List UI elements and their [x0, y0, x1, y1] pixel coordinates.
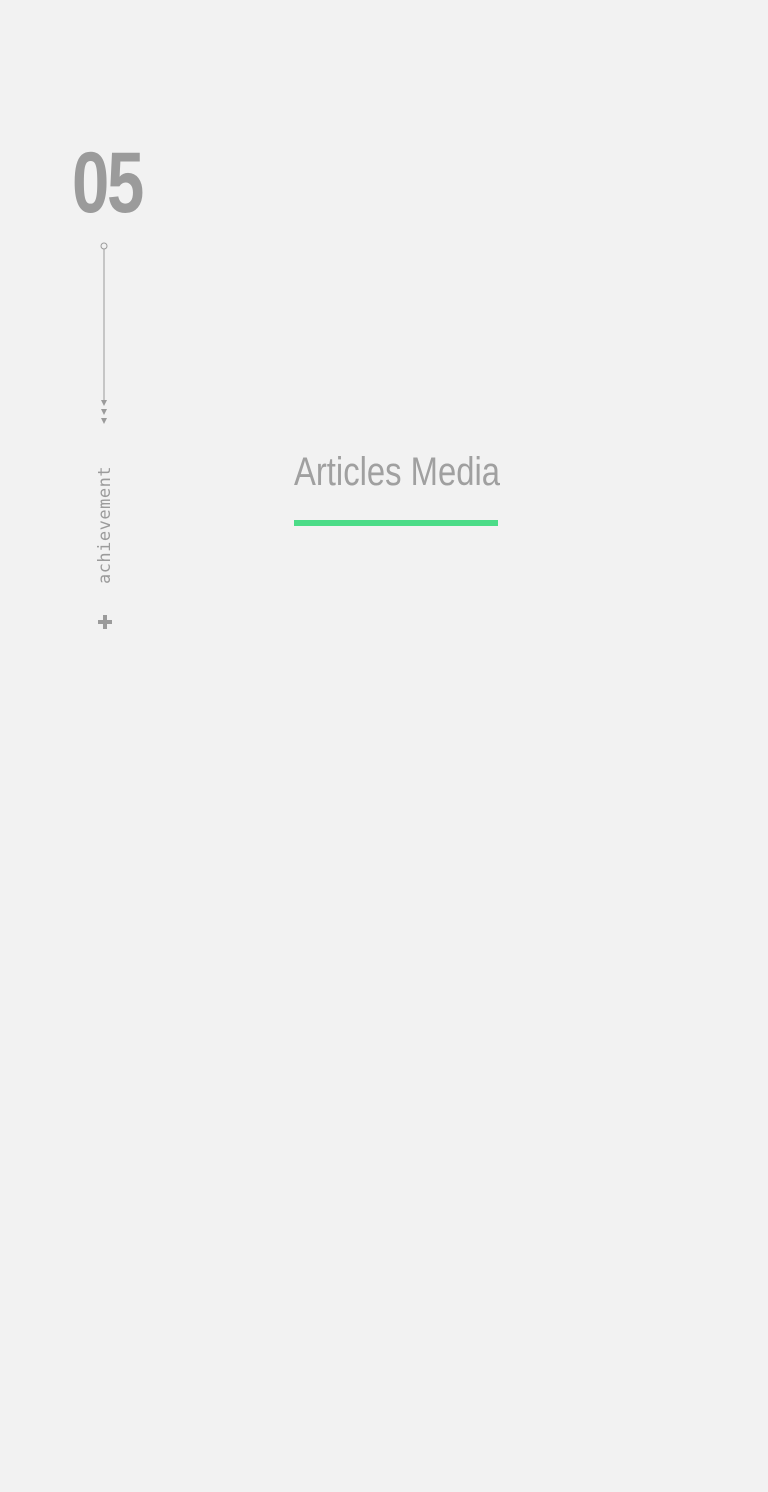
expand-button[interactable] — [95, 612, 115, 632]
section-label: achievement — [95, 465, 115, 585]
plus-icon — [98, 615, 112, 629]
timeline-line-icon — [96, 240, 112, 432]
section-number: 05 — [72, 135, 144, 231]
tab-articles-media[interactable]: Articles Media — [294, 448, 500, 496]
tab-bar: Articles Media — [294, 448, 500, 526]
active-tab-indicator — [294, 520, 498, 526]
